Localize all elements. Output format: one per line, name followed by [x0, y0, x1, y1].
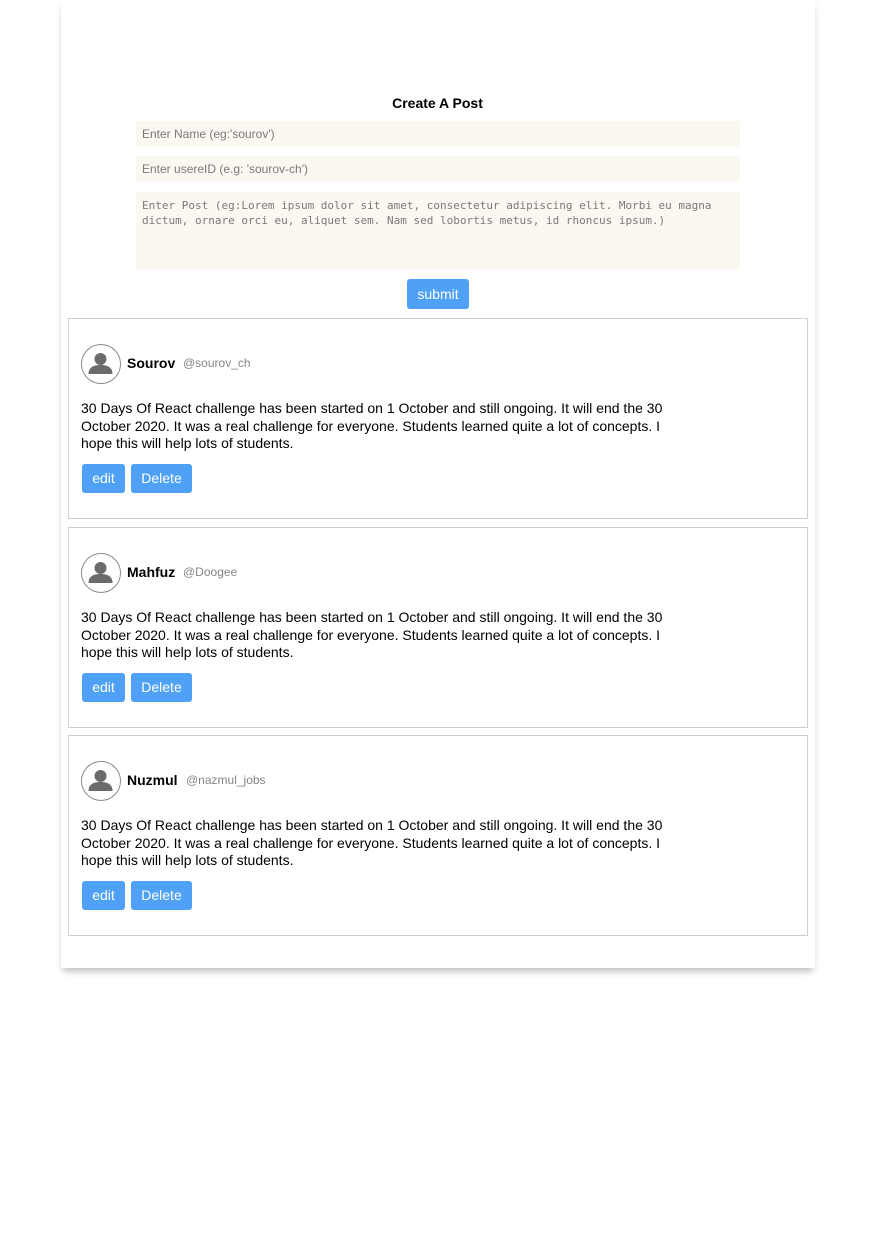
post-card: Mahfuz @Doogee 30 Days Of React challeng…	[68, 527, 808, 728]
post-author-name: Nuzmul	[127, 772, 178, 788]
edit-button[interactable]: edit	[82, 881, 125, 910]
post-body: 30 Days Of React challenge has been star…	[81, 400, 663, 451]
name-input[interactable]: Enter Name (eg:'sourov')	[136, 121, 740, 147]
post-author-name: Sourov	[127, 355, 176, 371]
delete-button[interactable]: Delete	[131, 673, 192, 702]
delete-button[interactable]: Delete	[131, 464, 192, 493]
post-card: Nuzmul @nazmul_jobs 30 Days Of React cha…	[68, 735, 808, 936]
user-avatar-icon	[81, 344, 121, 384]
delete-button[interactable]: Delete	[131, 881, 192, 910]
userid-input[interactable]: Enter usereID (e.g: 'sourov-ch')	[136, 156, 740, 182]
submit-button[interactable]: submit	[407, 279, 469, 309]
user-avatar-icon	[81, 761, 121, 801]
post-body: 30 Days Of React challenge has been star…	[81, 609, 663, 660]
post-body: 30 Days Of React challenge has been star…	[81, 817, 663, 868]
user-avatar-icon	[81, 553, 121, 593]
post-author-handle: @Doogee	[183, 565, 238, 579]
post-author-handle: @sourov_ch	[183, 356, 251, 370]
edit-button[interactable]: edit	[82, 673, 125, 702]
post-textarea[interactable]: Enter Post (eg:Lorem ipsum dolor sit ame…	[136, 192, 740, 270]
post-author-name: Mahfuz	[127, 564, 176, 580]
form-title: Create A Post	[392, 95, 483, 111]
post-author-handle: @nazmul_jobs	[186, 773, 266, 787]
post-card: Sourov @sourov_ch 30 Days Of React chall…	[68, 318, 808, 519]
edit-button[interactable]: edit	[82, 464, 125, 493]
